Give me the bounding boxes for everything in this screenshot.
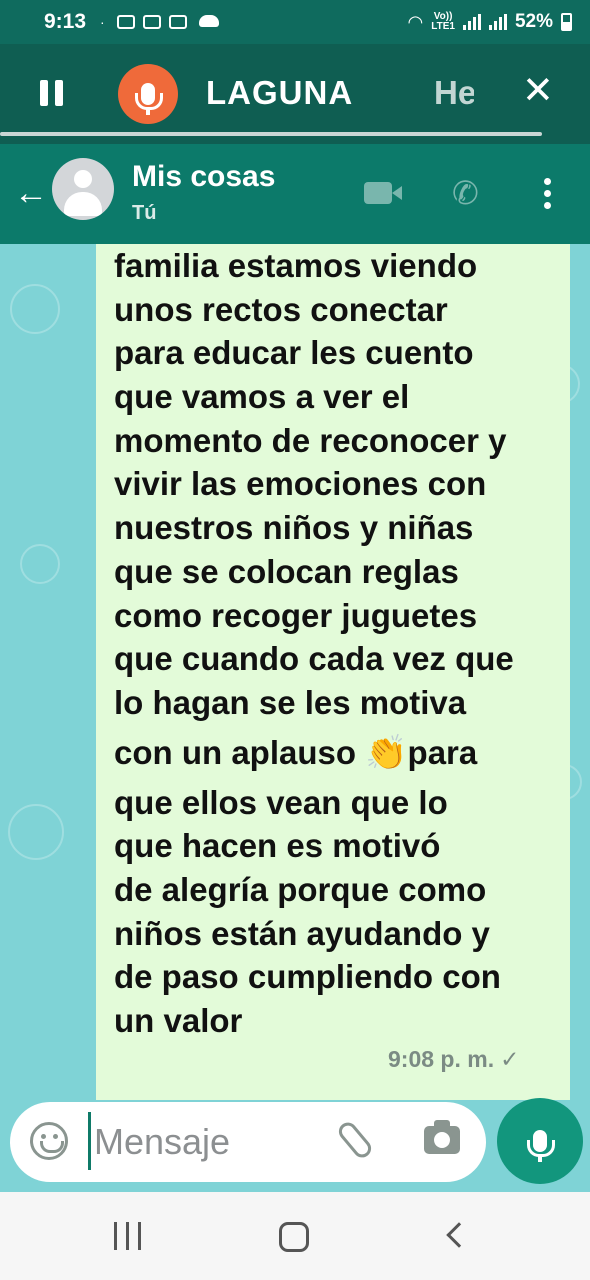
message-line: lo hagan se les motiva [114, 683, 467, 721]
microphone-icon [527, 1130, 555, 1162]
message-line: un valor [114, 1002, 243, 1039]
group-icon [74, 170, 92, 188]
arrow-left-icon[interactable]: ← [14, 176, 48, 210]
volte-line2: LTE1 [431, 21, 455, 32]
chat-header: ← Mis cosas Tú ✆ [0, 144, 590, 244]
volte-icon: Vo)) LTE1 [431, 12, 455, 32]
message-line: que cuando cada vez que [114, 640, 514, 678]
notification-icons [116, 15, 219, 29]
pause-button[interactable] [38, 80, 66, 108]
system-nav-bar [0, 1192, 590, 1280]
recent-apps-button[interactable] [114, 1222, 144, 1250]
status-time: 9:13 [44, 10, 87, 33]
cloud-icon [198, 15, 219, 27]
message-line: que vamos a ver el [114, 378, 410, 416]
battery-percent: 52% [514, 11, 553, 32]
status-bar: 9:13 · ◠ Vo)) LTE1 52% [0, 0, 590, 44]
message-time: 9:08 p. m. [388, 1046, 495, 1072]
message-line: de paso cumpliendo con [114, 958, 501, 996]
message-line: que se colocan reglas [114, 552, 459, 590]
signal-icon [462, 14, 481, 30]
recording-bar: LAGUNA He ✕ [0, 44, 590, 144]
recording-mic-button[interactable] [118, 64, 178, 124]
recording-next-title: He [434, 74, 474, 111]
phone-icon[interactable]: ✆ [452, 174, 479, 212]
voice-message-button[interactable] [497, 1098, 583, 1184]
wallpaper-doodle [8, 804, 64, 860]
calendar-icon [168, 15, 187, 29]
message-line: unos rectos conectar [114, 290, 448, 328]
chat-subtitle: Tú [132, 202, 157, 224]
paperclip-icon[interactable] [335, 1118, 375, 1162]
microphone-icon [135, 83, 163, 115]
message-line: familia estamos viendo [114, 247, 478, 284]
camera-icon[interactable] [424, 1120, 460, 1154]
wallpaper-doodle [20, 544, 60, 584]
voicemail-icon [116, 15, 135, 29]
more-vert-icon[interactable] [544, 178, 552, 212]
check-icon: ✓ [500, 1046, 520, 1072]
status-dot: · [100, 14, 105, 30]
group-icon-body [64, 192, 102, 216]
battery-icon [561, 13, 572, 31]
close-button[interactable]: ✕ [522, 72, 554, 110]
chat-name[interactable]: Mis cosas [132, 160, 275, 194]
chat-area[interactable]: familia estamos viendo unos rectos conec… [0, 244, 590, 1100]
message-line-with-emoji: con un aplauso 👏para [114, 725, 564, 781]
message-line: como recoger juguetes [114, 596, 478, 634]
home-button[interactable] [279, 1222, 309, 1252]
message-line: momento de reconocer y [114, 421, 507, 459]
avatar[interactable] [52, 158, 114, 220]
emoji-icon[interactable] [30, 1122, 68, 1160]
clapping-hands-emoji: 👏 [365, 733, 408, 772]
message-line: niños están ayudando y [114, 914, 490, 952]
wifi-icon: ◠ [407, 11, 424, 32]
message-line: de alegría porque como [114, 870, 487, 908]
text-caret [88, 1112, 91, 1170]
video-camera-icon[interactable] [364, 182, 402, 204]
message-line: que ellos vean que lo [114, 783, 448, 821]
wallpaper-doodle [10, 284, 60, 334]
status-right: ◠ Vo)) LTE1 52% [408, 11, 572, 33]
message-meta: 9:08 p. m. ✓ [388, 1046, 519, 1073]
message-line-tail: para [407, 733, 478, 771]
back-button[interactable] [446, 1222, 472, 1248]
message-line: que hacen es motivó [114, 827, 441, 865]
message-line: nuestros niños y niñas [114, 509, 474, 547]
message-line: con un aplauso [114, 733, 366, 771]
recording-title: LAGUNA [206, 74, 354, 111]
message-input-container [10, 1102, 486, 1182]
message-line: para educar les cuento [114, 334, 474, 372]
recording-progress [0, 132, 542, 136]
message-input[interactable] [94, 1120, 324, 1164]
signal-icon [488, 14, 507, 30]
message-text: familia estamos viendo unos rectos conec… [114, 244, 564, 1043]
input-bar [0, 1098, 590, 1192]
voicemail-icon [142, 15, 161, 29]
message-line: vivir las emociones con [114, 465, 487, 503]
